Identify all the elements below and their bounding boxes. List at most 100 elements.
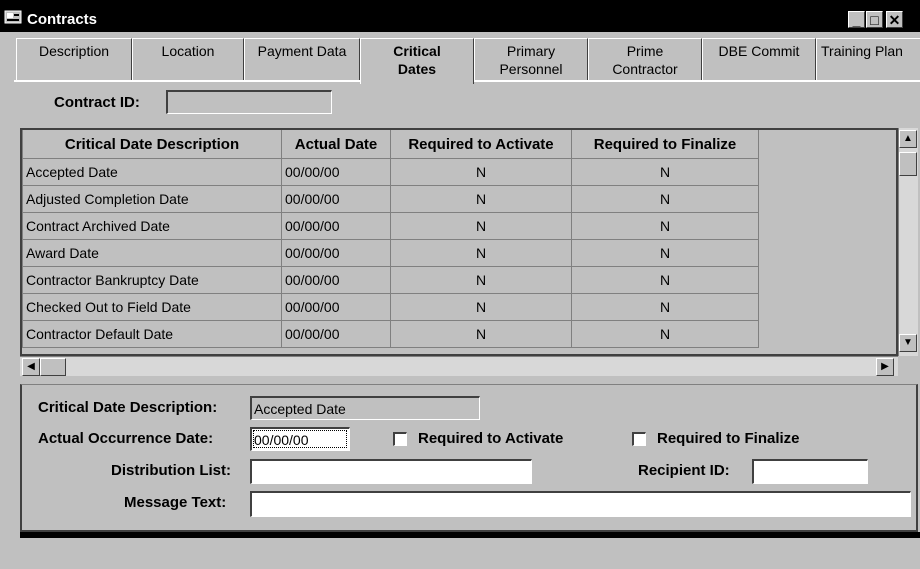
cell-actual-date[interactable]: 00/00/00 [281,212,391,240]
vertical-scrollbar[interactable]: ▲ ▼ [898,128,918,356]
cell-required-finalize[interactable]: N [571,266,759,294]
tab-label-line2: Contractor [612,60,678,77]
table-row[interactable]: Checked Out to Field Date 00/00/00 N N [22,293,759,321]
tab-label-line1: Critical [393,43,441,59]
required-to-activate-checkbox[interactable] [393,432,407,446]
tab-label-line1: Prime [626,43,664,59]
tab-critical-dates[interactable]: Critical Dates [360,38,474,84]
minimize-button[interactable]: _ [848,11,865,28]
cell-actual-date[interactable]: 00/00/00 [281,293,391,321]
scroll-up-button[interactable]: ▲ [899,130,917,148]
tab-dbe-commit[interactable]: DBE Commit [702,38,816,80]
critical-date-description-label: Critical Date Description: [38,399,218,416]
tab-label-line2: Dates [397,60,437,77]
cell-required-finalize[interactable]: N [571,320,759,348]
cell-actual-date[interactable]: 00/00/00 [281,320,391,348]
distribution-list-field[interactable] [250,459,532,484]
recipient-id-label: Recipient ID: [638,462,730,479]
cell-required-activate[interactable]: N [390,320,572,348]
cell-actual-date[interactable]: 00/00/00 [281,158,391,186]
close-icon: ✕ [888,12,901,28]
recipient-id-field[interactable] [752,459,868,484]
cell-required-activate[interactable]: N [390,293,572,321]
critical-dates-grid: Critical Date Description Actual Date Re… [20,128,898,356]
horizontal-scrollbar[interactable]: ◀ ▶ [20,356,898,376]
maximize-icon: □ [870,12,879,28]
tab-location[interactable]: Location [132,38,244,80]
col-header-actual-date[interactable]: Actual Date [281,130,391,159]
minimize-icon: _ [852,12,861,28]
horizontal-scroll-thumb[interactable] [40,358,66,376]
actual-occurrence-date-field[interactable]: 00/00/00 [250,427,350,451]
cell-required-activate[interactable]: N [390,158,572,186]
left-arrow-icon: ◀ [27,361,35,372]
up-arrow-icon: ▲ [903,133,913,144]
vertical-scroll-thumb[interactable] [899,152,917,176]
col-header-description[interactable]: Critical Date Description [22,130,282,159]
tab-label: Location [161,43,215,59]
required-to-finalize-label: Required to Finalize [657,430,800,447]
scroll-left-button[interactable]: ◀ [22,358,40,376]
cell-required-finalize[interactable]: N [571,158,759,186]
cell-required-finalize[interactable]: N [571,185,759,213]
cell-description[interactable]: Contract Archived Date [22,212,282,240]
table-row[interactable]: Contract Archived Date 00/00/00 N N [22,212,759,240]
tab-label: Description [38,43,110,59]
cell-required-activate[interactable]: N [390,185,572,213]
title-bar: Contracts _ □ ✕ [0,0,920,32]
distribution-list-label: Distribution List: [111,462,231,479]
tab-label: Payment Data [257,43,347,59]
contracts-app-icon [4,10,22,24]
tab-label: Training Plan [821,43,903,59]
cell-actual-date[interactable]: 00/00/00 [281,185,391,213]
cell-required-activate[interactable]: N [390,266,572,294]
maximize-button[interactable]: □ [866,11,883,28]
cell-actual-date[interactable]: 00/00/00 [281,239,391,267]
tab-label: DBE Commit [718,43,800,59]
tab-label-line2: Personnel [499,60,563,77]
cell-description[interactable]: Award Date [22,239,282,267]
message-text-label: Message Text: [124,494,227,511]
table-header-row: Critical Date Description Actual Date Re… [22,130,759,159]
required-to-activate-label: Required to Activate [418,430,564,447]
down-arrow-icon: ▼ [903,337,913,348]
critical-date-description-field: Accepted Date [250,396,480,420]
required-to-finalize-checkbox[interactable] [632,432,646,446]
table-row[interactable]: Adjusted Completion Date 00/00/00 N N [22,185,759,213]
cell-required-activate[interactable]: N [390,239,572,267]
cell-description[interactable]: Checked Out to Field Date [22,293,282,321]
critical-dates-table: Critical Date Description Actual Date Re… [22,130,759,348]
table-row[interactable]: Contractor Default Date 00/00/00 N N [22,320,759,348]
cell-description[interactable]: Accepted Date [22,158,282,186]
scroll-right-button[interactable]: ▶ [876,358,894,376]
cell-description[interactable]: Adjusted Completion Date [22,185,282,213]
tab-baseline-right [474,80,920,82]
tab-prime-contractor[interactable]: Prime Contractor [588,38,702,80]
contract-id-label: Contract ID: [54,94,140,111]
tab-primary-personnel[interactable]: Primary Personnel [474,38,588,80]
message-text-field[interactable] [250,491,911,517]
tab-training-plan[interactable]: Training Plan [816,38,920,80]
window-title: Contracts [27,11,98,28]
scroll-down-button[interactable]: ▼ [899,334,917,352]
close-button[interactable]: ✕ [886,11,903,28]
cell-description[interactable]: Contractor Bankruptcy Date [22,266,282,294]
col-header-required-activate[interactable]: Required to Activate [390,130,572,159]
cell-required-finalize[interactable]: N [571,239,759,267]
cell-required-finalize[interactable]: N [571,212,759,240]
table-row[interactable]: Award Date 00/00/00 N N [22,239,759,267]
tab-description[interactable]: Description [16,38,132,80]
col-header-required-finalize[interactable]: Required to Finalize [571,130,759,159]
table-row[interactable]: Contractor Bankruptcy Date 00/00/00 N N [22,266,759,294]
tab-baseline-left [14,80,360,82]
panel-bottom-edge [20,532,920,538]
contract-id-field[interactable] [166,90,332,114]
cell-description[interactable]: Contractor Default Date [22,320,282,348]
table-row[interactable]: Accepted Date 00/00/00 N N [22,158,759,186]
cell-required-activate[interactable]: N [390,212,572,240]
cell-required-finalize[interactable]: N [571,293,759,321]
cell-actual-date[interactable]: 00/00/00 [281,266,391,294]
right-arrow-icon: ▶ [881,361,889,372]
tab-payment-data[interactable]: Payment Data [244,38,360,80]
actual-occurrence-date-label: Actual Occurrence Date: [38,430,214,447]
